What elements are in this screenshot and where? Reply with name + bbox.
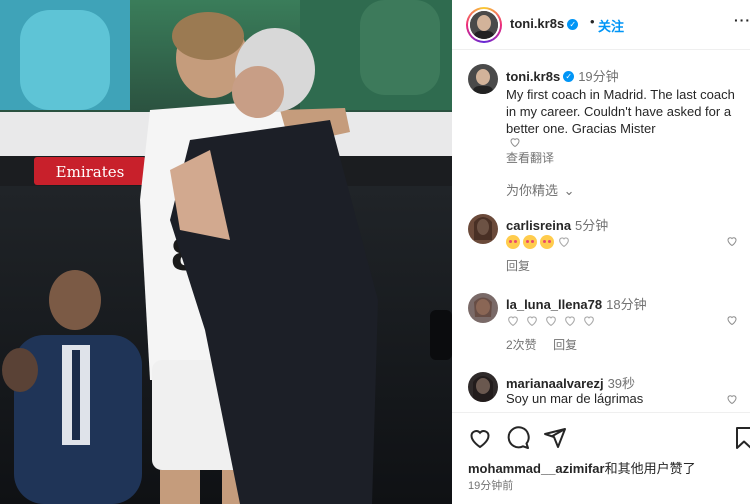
crying-face-emoji-icon xyxy=(506,234,520,249)
caption-text: My first coach in Madrid. The last coach… xyxy=(506,87,735,136)
share-send-icon[interactable] xyxy=(543,426,567,450)
reply-button[interactable]: 回复 xyxy=(553,338,577,352)
comment-avatar[interactable] xyxy=(468,293,498,323)
post-timestamp[interactable]: 19分钟前 xyxy=(468,477,513,493)
caption-block: toni.kr8s ✓ 19分钟 My first coach in Madrid.… xyxy=(506,66,742,137)
comment-like-icon[interactable] xyxy=(726,314,738,326)
for-you-label: 为你精选 xyxy=(506,183,559,198)
comment-meta: 2次赞 回复 xyxy=(506,336,577,354)
comment-avatar[interactable] xyxy=(468,372,498,402)
comment-username[interactable]: marianaalvarezj xyxy=(506,376,604,391)
comment-username[interactable]: la_luna_llena78 xyxy=(506,297,602,312)
white-heart-emoji-icon xyxy=(565,316,575,327)
comment-like-icon[interactable] xyxy=(726,393,738,405)
post-action-bar: mohammad__azimifar和其他用户赞了 19分钟前 xyxy=(452,412,750,504)
follow-button[interactable]: 关注 xyxy=(598,16,624,35)
save-bookmark-icon[interactable] xyxy=(732,426,750,450)
white-heart-emoji-icon xyxy=(508,316,518,327)
caption-username[interactable]: toni.kr8s xyxy=(506,69,560,84)
comment-time[interactable]: 18分钟 xyxy=(606,297,646,312)
author-username-text[interactable]: toni.kr8s xyxy=(510,16,564,31)
banner-text: Emirates xyxy=(56,163,125,181)
comment-time[interactable]: 39秒 xyxy=(608,376,635,391)
comment-like-count[interactable]: 2次赞 xyxy=(506,338,537,352)
crying-face-emoji-icon xyxy=(540,234,554,249)
verified-badge-icon: ✓ xyxy=(567,19,579,31)
see-translation-link[interactable]: 查看翻译 xyxy=(506,149,554,166)
comment-bubble-icon[interactable] xyxy=(506,426,530,450)
photo-scene: Emirates 8 xyxy=(0,0,452,504)
caption-like-icon[interactable] xyxy=(509,136,521,148)
chevron-down-icon: ⌄ xyxy=(563,183,575,198)
for-you-filter[interactable]: 为你精选 ⌄ xyxy=(506,180,575,199)
post-side-panel: toni.kr8s ✓ • 关注 ··· toni.kr8s ✓ 19分钟 My fi… xyxy=(452,0,750,504)
comment-username[interactable]: carlisreina xyxy=(506,218,571,233)
author-username[interactable]: toni.kr8s ✓ xyxy=(510,16,579,31)
comment-header: carlisreina 5分钟 xyxy=(506,215,608,235)
like-heart-icon[interactable] xyxy=(468,426,492,450)
caption-verified-icon: ✓ xyxy=(563,71,575,83)
comment-text: Soy un mar de lágrimas xyxy=(506,391,644,406)
more-options-icon[interactable]: ··· xyxy=(734,12,750,28)
caption-time[interactable]: 19分钟 xyxy=(578,69,618,84)
separator-dot: • xyxy=(590,14,595,29)
comment-emoji-row xyxy=(506,312,601,330)
likes-summary[interactable]: mohammad__azimifar和其他用户赞了 xyxy=(468,458,696,477)
author-avatar[interactable] xyxy=(466,7,502,43)
white-heart-emoji-icon xyxy=(559,237,569,248)
white-heart-emoji-icon xyxy=(546,316,556,327)
reply-button[interactable]: 回复 xyxy=(506,257,530,274)
comment-avatar[interactable] xyxy=(468,214,498,244)
post-header: toni.kr8s ✓ • 关注 ··· xyxy=(452,0,750,50)
caption-avatar[interactable] xyxy=(468,64,498,94)
comment-like-icon[interactable] xyxy=(726,235,738,247)
crying-face-emoji-icon xyxy=(523,234,537,249)
comment-header: la_luna_llena78 18分钟 xyxy=(506,294,647,314)
white-heart-emoji-icon xyxy=(527,316,537,327)
liked-by-suffix[interactable]: 和其他用户赞了 xyxy=(605,461,696,476)
comment-emoji-row xyxy=(506,233,576,251)
white-heart-emoji-icon xyxy=(584,316,594,327)
post-photo[interactable]: Emirates 8 xyxy=(0,0,452,504)
comment-time[interactable]: 5分钟 xyxy=(575,218,608,233)
liked-by-username[interactable]: mohammad__azimifar xyxy=(468,461,605,476)
